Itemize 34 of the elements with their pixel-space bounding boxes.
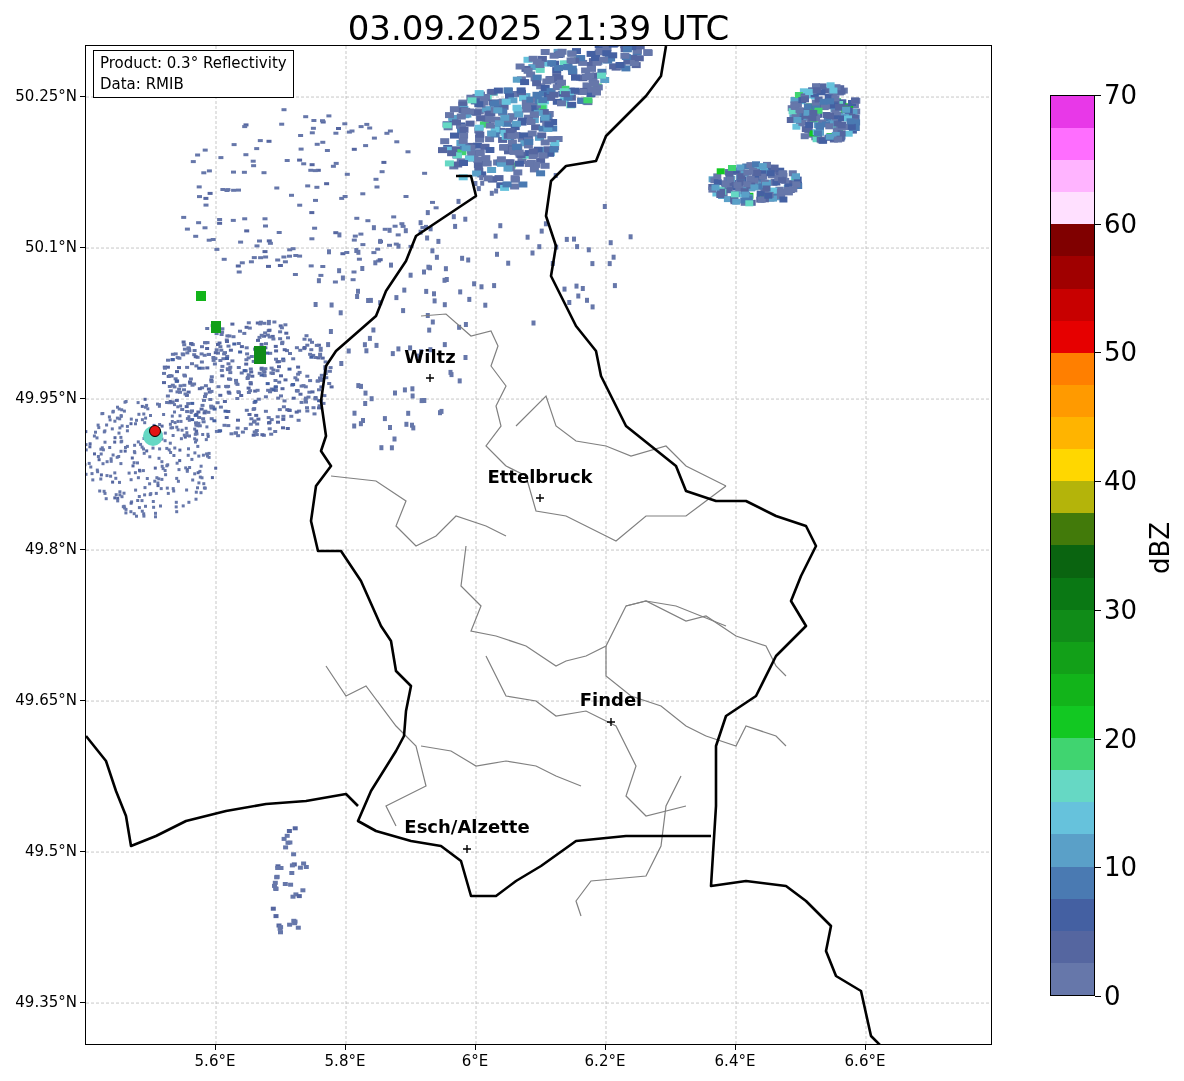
- axis-tick-label: 49.65°N: [15, 689, 77, 711]
- axis-tick-label: 6°E: [461, 1051, 489, 1072]
- info-text: Product: 0.3° Reflectivity: [100, 53, 287, 74]
- colorbar-tick-label: 20: [1104, 723, 1138, 754]
- chart-title: 03.09.2025 21:39 UTC: [346, 7, 731, 50]
- city-label: Esch/Alzette: [404, 816, 530, 837]
- colorbar-tick-label: 10: [1104, 852, 1138, 883]
- colorbar-tick-label: 30: [1104, 594, 1138, 625]
- axis-tick-label: 49.8°N: [24, 538, 77, 560]
- crosshair-icon: [462, 844, 472, 854]
- axis-tick-label: 49.5°N: [24, 840, 77, 862]
- axis-tick-label: 50.1°N: [24, 236, 77, 258]
- colorbar-tick-label: 70: [1104, 80, 1138, 110]
- radar-site-marker: [149, 425, 161, 437]
- city-label: Findel: [579, 689, 643, 710]
- axis-tick-label: 5.8°E: [324, 1051, 366, 1072]
- axis-tick-label: 49.95°N: [15, 387, 77, 409]
- axis-tick-label: 5.6°E: [194, 1051, 236, 1072]
- colorbar-tick-label: 40: [1104, 466, 1138, 497]
- colorbar-tick-label: 60: [1104, 208, 1138, 239]
- axis-tick-label: 50.25°N: [15, 85, 77, 107]
- axis-tick-label: 6.4°E: [714, 1051, 756, 1072]
- crosshair-icon: [535, 493, 545, 503]
- colorbar-label: dBZ: [1145, 521, 1175, 575]
- axis-tick-label: 49.35°N: [15, 991, 77, 1013]
- axis-tick-label: 6.2°E: [584, 1051, 626, 1072]
- colorbar-tick-label: 0: [1104, 980, 1121, 1011]
- crosshair-icon: [606, 717, 616, 727]
- colorbar-tick-label: 50: [1104, 337, 1138, 368]
- city-label: Ettelbruck: [487, 466, 593, 487]
- city-label: Wiltz: [404, 346, 456, 367]
- crosshair-icon: [425, 373, 435, 383]
- info-text: Data: RMIB: [100, 74, 185, 95]
- axis-tick-label: 6.6°E: [844, 1051, 886, 1072]
